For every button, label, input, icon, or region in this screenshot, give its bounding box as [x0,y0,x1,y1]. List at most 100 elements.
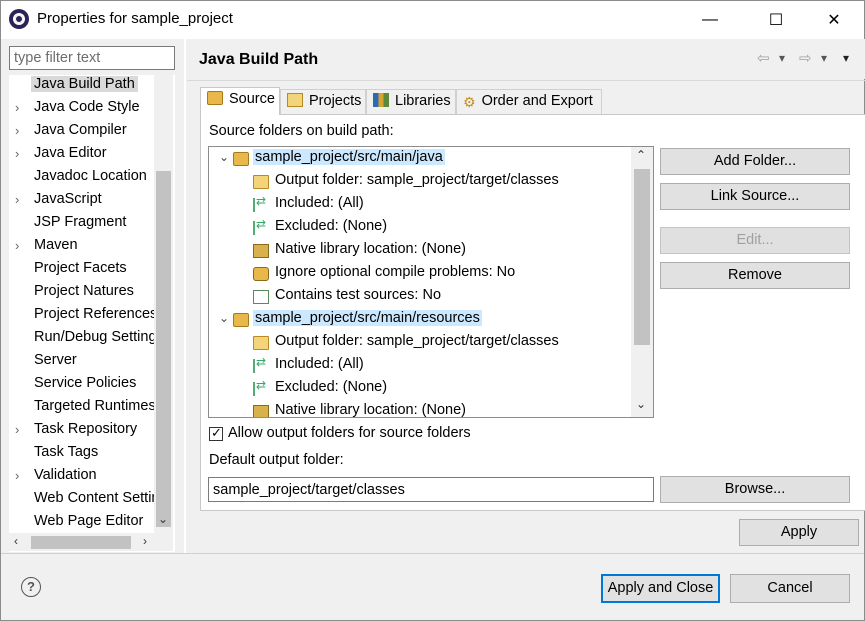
tree-item-label: Web Content Settings [34,490,157,506]
tree-item[interactable]: › Java Editor [9,144,157,166]
expand-chevron-icon[interactable]: › [15,192,19,207]
tree-item[interactable]: Project References [9,305,157,327]
forward-arrow-icon[interactable]: ⇨ [799,49,812,67]
tree-item[interactable]: › Validation [9,466,157,488]
add-folder-button[interactable]: Add Folder... [660,148,850,175]
source-folders-tree[interactable]: ⌄ sample_project/src/main/java Output fold… [208,146,654,418]
filter-input[interactable] [9,46,175,70]
source-folder-icon [207,91,223,105]
expand-chevron-icon[interactable]: › [15,422,19,437]
tree-item[interactable]: Java Build Path [9,75,157,97]
tree-item-label: Task Tags [34,444,99,460]
tree-item[interactable]: › JavaScript [9,190,157,212]
default-output-folder-field[interactable] [208,477,654,502]
tree-item[interactable]: › Java Compiler [9,121,157,143]
expand-chevron-icon[interactable]: › [15,123,19,138]
expanded-chevron-icon[interactable]: ⌄ [219,150,229,164]
tab-label: Order and Export [481,93,593,109]
browse-button[interactable]: Browse... [660,476,850,503]
included-filter-icon [253,355,269,373]
expand-chevron-icon[interactable]: › [15,468,19,483]
excluded-filter-icon [253,217,269,235]
tree-item[interactable]: Web Page Editor [9,512,157,534]
attribute-text: Output folder: sample_project/target/cla… [275,172,559,188]
apply-button[interactable]: Apply [739,519,859,546]
tree-item-label: Java Compiler [34,122,127,138]
expanded-chevron-icon[interactable]: ⌄ [219,311,229,325]
scrollbar-thumb[interactable] [156,171,171,527]
expand-chevron-icon[interactable]: › [15,100,19,115]
attribute-text: Native library location: (None) [275,402,466,418]
tree-item[interactable]: Service Policies [9,374,157,396]
tree-item[interactable]: › Java Code Style [9,98,157,120]
tree-item-label: Server [34,352,77,368]
tree-item[interactable]: › Task Repository [9,420,157,442]
left-tree-vertical-scrollbar[interactable]: ⌄ [154,75,173,534]
scroll-down-arrow-icon[interactable]: ⌄ [636,397,646,411]
scroll-left-arrow-icon[interactable]: ‹ [14,534,18,548]
attribute-text: Included: (All) [275,356,364,372]
scroll-right-arrow-icon[interactable]: › [143,534,147,548]
tree-item-label: Run/Debug Settings [34,329,157,345]
output-folder-icon [253,336,269,350]
property-page-tree[interactable]: Java Build Path › Java Code Style › Java Com… [9,75,175,552]
cancel-button[interactable]: Cancel [730,574,850,603]
allow-output-folders-checkbox[interactable] [209,425,223,441]
view-menu-chevron-icon[interactable]: ▾ [843,51,849,65]
back-arrow-icon[interactable]: ⇦ [757,49,770,67]
edit-button[interactable]: Edit... [660,227,850,254]
tree-item[interactable]: Task Tags [9,443,157,465]
source-folders-label: Source folders on build path: [209,123,394,139]
apply-and-close-button[interactable]: Apply and Close [601,574,720,603]
back-menu-chevron-icon[interactable]: ▾ [779,51,785,65]
tree-item[interactable]: JSP Fragment [9,213,157,235]
tree-item-label: Service Policies [34,375,137,391]
tree-item-label: Web Page Editor [34,513,144,529]
tree-item[interactable]: Javadoc Location [9,167,157,189]
tab-order-and-export[interactable]: ⚙ Order and Export [456,89,602,114]
scroll-up-arrow-icon[interactable]: ⌃ [636,148,646,162]
link-source-button[interactable]: Link Source... [660,183,850,210]
minimize-button[interactable]: — [687,1,733,39]
tree-item[interactable]: Run/Debug Settings [9,328,157,350]
attribute-text: Excluded: (None) [275,379,388,395]
close-button[interactable]: ✕ [811,1,857,39]
excluded-filter-icon [253,378,269,396]
window-title: Properties for sample_project [37,10,233,27]
left-tree-horizontal-scrollbar[interactable]: ‹ › [9,533,173,551]
tree-item[interactable]: Project Natures [9,282,157,304]
tree-item[interactable]: Server [9,351,157,373]
scrollbar-thumb[interactable] [634,169,650,345]
maximize-button[interactable]: ☐ [753,1,799,39]
tree-item-label: Validation [34,467,97,483]
help-icon[interactable]: ? [21,577,41,597]
tree-item-label: Java Build Path [31,76,138,92]
attribute-text: Output folder: sample_project/target/cla… [275,333,559,349]
allow-output-folders-label[interactable]: Allow output folders for source folders [228,425,471,441]
tree-item[interactable]: Project Facets [9,259,157,281]
tree-item-label: JavaScript [34,191,102,207]
expand-chevron-icon[interactable]: › [15,146,19,161]
test-sources-icon [253,290,269,304]
tree-item[interactable]: Web Content Settings [9,489,157,511]
tree-item-label: Task Repository [34,421,138,437]
tree-item-label: Targeted Runtimes [34,398,156,414]
source-tree-vertical-scrollbar[interactable]: ⌃ ⌄ [631,147,653,417]
expand-chevron-icon[interactable]: › [15,238,19,253]
pane-divider[interactable] [184,39,186,554]
tree-item[interactable]: Targeted Runtimes [9,397,157,419]
tab-libraries[interactable]: Libraries [366,89,456,114]
tab-label: Source [229,91,275,107]
scrollbar-thumb[interactable] [31,536,131,549]
forward-menu-chevron-icon[interactable]: ▾ [821,51,827,65]
page-header: Java Build Path ⇦ ▾ ⇨ ▾ ▾ [187,39,865,79]
tree-item[interactable]: › Maven [9,236,157,258]
tab-label: Libraries [395,93,451,109]
included-filter-icon [253,194,269,212]
source-folder-icon [233,313,249,327]
tab-projects[interactable]: Projects [280,89,366,114]
remove-button[interactable]: Remove [660,262,850,289]
scroll-down-arrow-icon[interactable]: ⌄ [158,512,168,526]
order-export-icon: ⚙ [463,94,476,110]
tab-source[interactable]: Source [200,87,280,115]
